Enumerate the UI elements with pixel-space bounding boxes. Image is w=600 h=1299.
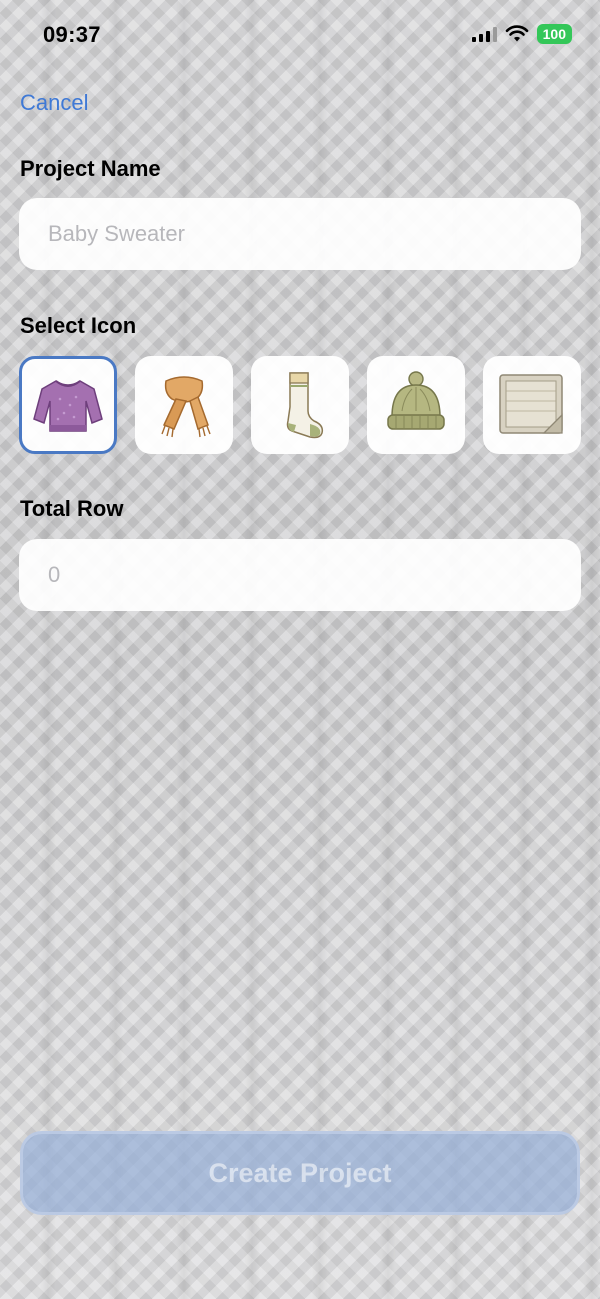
icon-option-sweater[interactable] bbox=[19, 356, 117, 454]
blanket-icon bbox=[499, 374, 563, 434]
battery-icon: 100 bbox=[536, 24, 572, 44]
cancel-button[interactable]: Cancel bbox=[20, 90, 88, 116]
project-name-label: Project Name bbox=[20, 156, 161, 181]
icon-picker bbox=[19, 356, 581, 454]
status-icons: 100 bbox=[471, 24, 572, 44]
status-time: 09:37 bbox=[43, 22, 101, 47]
cellular-signal-icon bbox=[471, 26, 497, 42]
create-project-label: Create Project bbox=[208, 1157, 392, 1188]
icon-option-blanket[interactable] bbox=[483, 356, 581, 454]
sweater-icon bbox=[33, 380, 103, 432]
status-bar: 09:37 100 bbox=[0, 0, 600, 72]
sock-icon bbox=[286, 372, 324, 439]
total-row-field-container bbox=[19, 539, 581, 611]
project-name-input[interactable] bbox=[46, 220, 581, 248]
icon-option-scarf[interactable] bbox=[135, 356, 233, 454]
beanie-icon bbox=[387, 371, 445, 430]
wifi-icon bbox=[505, 25, 528, 42]
total-row-label: Total Row bbox=[20, 496, 124, 521]
icon-option-sock[interactable] bbox=[251, 356, 349, 454]
icon-option-beanie[interactable] bbox=[367, 356, 465, 454]
create-project-button[interactable]: Create Project bbox=[20, 1131, 580, 1215]
knit-background bbox=[0, 0, 600, 1299]
scarf-icon bbox=[161, 376, 211, 438]
total-row-input[interactable] bbox=[46, 561, 581, 589]
project-name-field-container bbox=[19, 198, 581, 270]
select-icon-label: Select Icon bbox=[20, 313, 137, 338]
